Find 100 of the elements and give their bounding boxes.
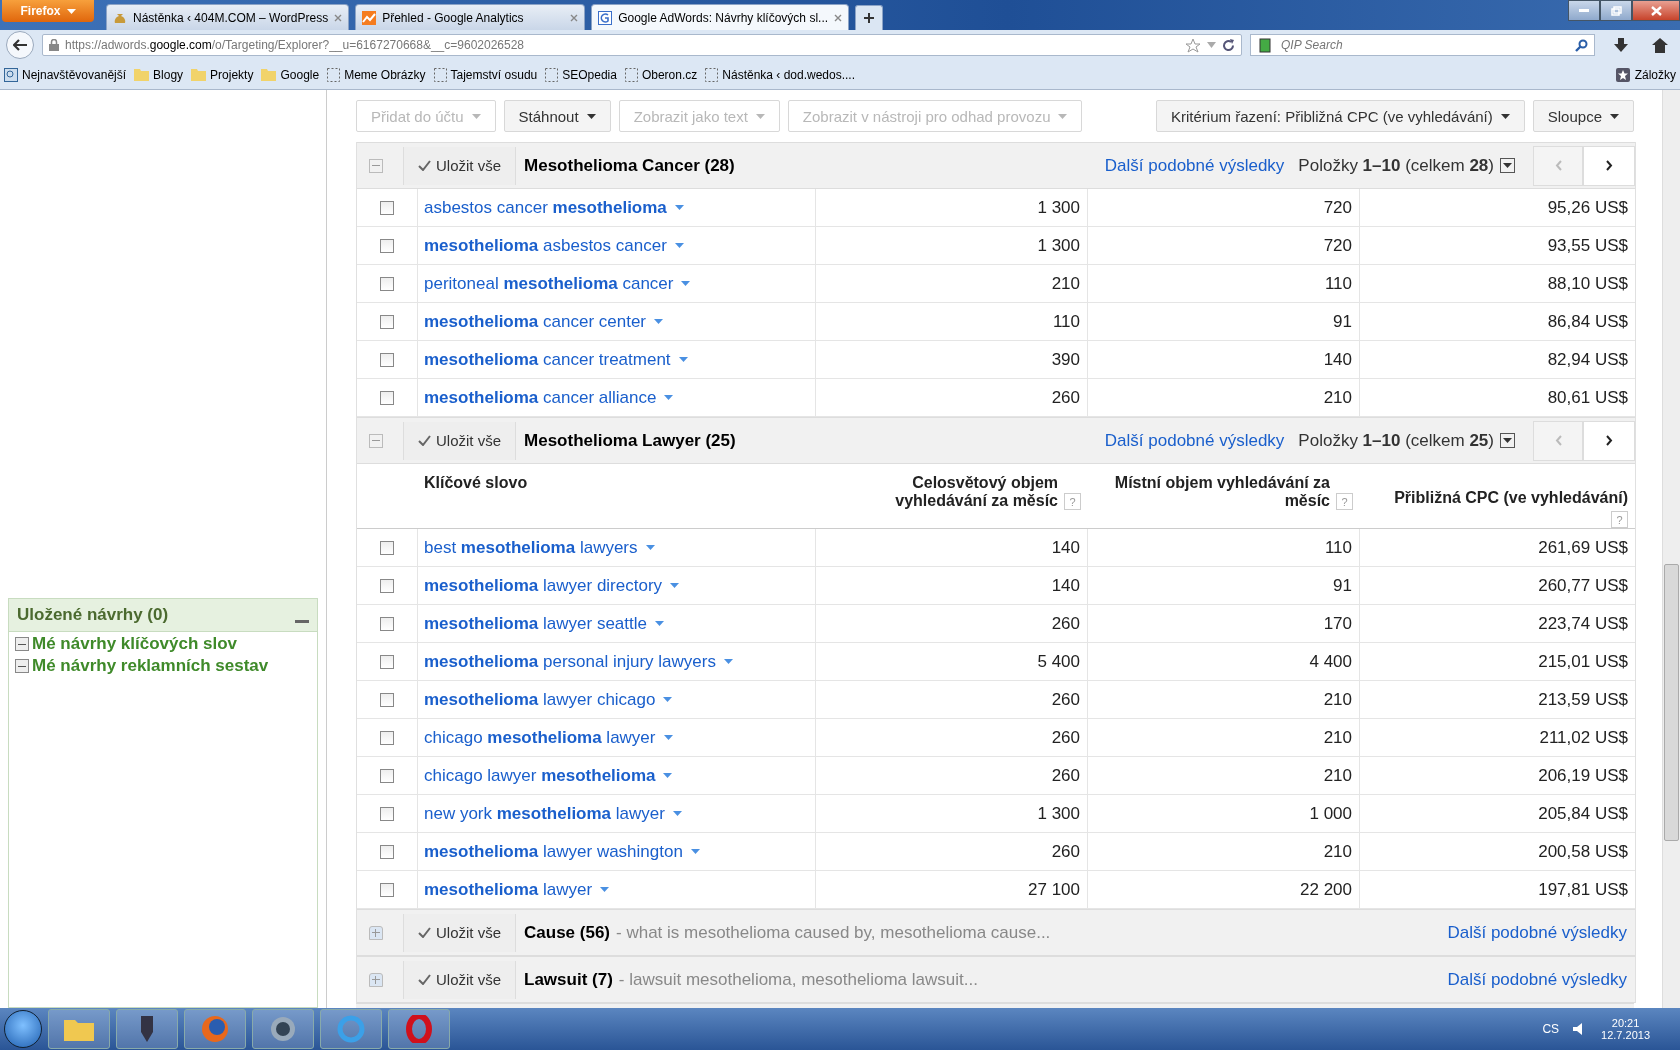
browser-tab[interactable]: Přehled - Google Analytics xyxy=(355,4,586,30)
row-checkbox[interactable] xyxy=(380,616,394,631)
star-icon[interactable] xyxy=(1185,37,1201,53)
saved-ideas-item[interactable]: Mé návrhy reklamních sestav xyxy=(9,656,317,676)
reload-icon[interactable] xyxy=(1222,38,1235,52)
keyword-link[interactable]: mesothelioma asbestos cancer xyxy=(424,235,667,256)
column-header: Místní objem vyhledávání za měsíc xyxy=(1113,474,1330,510)
keyword-link[interactable]: mesothelioma cancer alliance xyxy=(424,387,657,408)
keyword-link[interactable]: mesothelioma lawyer chicago xyxy=(424,689,656,710)
close-icon[interactable] xyxy=(834,13,843,22)
bookmark-item[interactable]: Google xyxy=(261,67,320,82)
row-checkbox[interactable] xyxy=(380,654,394,669)
more-results-link[interactable]: Další podobné výsledky xyxy=(1104,430,1285,451)
bookmark-item[interactable]: Oberon.cz xyxy=(624,67,698,82)
bookmark-item[interactable]: SEOpedia xyxy=(545,67,617,82)
keyword-link[interactable]: mesothelioma lawyer washington xyxy=(424,841,683,862)
close-icon[interactable] xyxy=(334,13,343,22)
save-all-button[interactable]: Uložit vše xyxy=(403,960,517,999)
check-icon xyxy=(418,974,431,985)
browser-tab[interactable]: Google AdWords: Návrhy klíčových sl... xyxy=(591,4,850,30)
pager-text: Položky 1–10 (celkem 25) xyxy=(1298,430,1494,451)
keyword-link[interactable]: mesothelioma lawyer xyxy=(424,879,593,900)
keyword-link[interactable]: asbestos cancer mesothelioma xyxy=(424,197,667,218)
row-checkbox[interactable] xyxy=(380,276,394,291)
scrollbar[interactable] xyxy=(1662,90,1680,1008)
dropdown-icon[interactable] xyxy=(1500,433,1515,448)
save-all-button[interactable]: Uložit vše xyxy=(403,913,517,952)
clock[interactable]: 20:21 12.7.2013 xyxy=(1601,1017,1650,1041)
more-results-link[interactable]: Další podobné výsledky xyxy=(1104,155,1285,176)
language-indicator[interactable]: CS xyxy=(1542,1022,1560,1036)
close-icon xyxy=(1650,5,1662,16)
row-checkbox[interactable] xyxy=(380,238,394,253)
pen-icon[interactable] xyxy=(116,1009,178,1049)
row-checkbox[interactable] xyxy=(380,806,394,821)
keyword-link[interactable]: new york mesothelioma lawyer xyxy=(424,803,665,824)
global-volume: 1 300 xyxy=(1037,803,1080,824)
bookmarks-menu[interactable]: Záložky xyxy=(1615,67,1676,82)
keyword-link[interactable]: mesothelioma cancer treatment xyxy=(424,349,671,370)
cpc-value: 200,58 US$ xyxy=(1538,841,1628,862)
keyword-link[interactable]: mesothelioma lawyer seattle xyxy=(424,613,647,634)
cpc-value: 88,10 US$ xyxy=(1547,273,1628,294)
collapse-icon[interactable] xyxy=(369,433,383,448)
browser-tab[interactable]: Nástěnka ‹ 404M.COM – WordPress xyxy=(106,4,350,30)
global-volume: 5 400 xyxy=(1037,651,1080,672)
row-checkbox[interactable] xyxy=(380,768,394,783)
bookmark-item[interactable]: Meme Obrázky xyxy=(327,67,426,82)
toolbar-button[interactable]: Stáhnout xyxy=(503,100,611,132)
address-bar[interactable]: https://adwords.google.com/o/Targeting/Explorer?__u=6167270668&__c=9602026528 xyxy=(42,34,1242,56)
row-checkbox[interactable] xyxy=(380,730,394,745)
restore-button[interactable] xyxy=(1600,0,1632,21)
close-icon[interactable] xyxy=(570,13,579,22)
bookmark-item[interactable]: Nástěnka ‹ dod.wedos.... xyxy=(705,67,856,82)
download-icon[interactable] xyxy=(1613,37,1629,53)
minimize-icon[interactable] xyxy=(295,619,309,623)
bookmark-item[interactable]: Nejnavštěvovanější xyxy=(4,67,127,82)
row-checkbox[interactable] xyxy=(380,390,394,405)
folder-icon[interactable] xyxy=(48,1009,110,1049)
save-all-button[interactable]: Uložit vše xyxy=(403,421,517,460)
start-button[interactable] xyxy=(4,1010,42,1048)
search-field[interactable]: QIP Search xyxy=(1250,34,1595,56)
row-checkbox[interactable] xyxy=(380,200,394,215)
local-volume: 91 xyxy=(1333,575,1352,596)
more-results-link[interactable]: Další podobné výsledky xyxy=(1447,922,1627,943)
row-checkbox[interactable] xyxy=(380,352,394,367)
new-tab-button[interactable] xyxy=(855,5,884,30)
ring-icon[interactable] xyxy=(388,1009,450,1049)
columns-button[interactable]: Sloupce xyxy=(1532,100,1634,132)
save-all-button[interactable]: Uložit vše xyxy=(403,146,517,185)
expand-icon[interactable] xyxy=(369,972,383,987)
more-results-link[interactable]: Další podobné výsledky xyxy=(1447,969,1627,990)
group-title: Mesothelioma Lawyer (25) xyxy=(524,430,736,451)
keyword-link[interactable]: chicago mesothelioma lawyer xyxy=(424,727,656,748)
back-arrow-icon xyxy=(13,39,27,51)
dropdown-icon[interactable] xyxy=(1500,158,1515,173)
keyword-link[interactable]: best mesothelioma lawyers xyxy=(424,537,638,558)
sort-button[interactable]: Kritérium řazení: Přibližná CPC (ve vyhledávání) xyxy=(1156,100,1525,132)
keyword-link[interactable]: peritoneal mesothelioma cancer xyxy=(424,273,674,294)
keyword-link[interactable]: mesothelioma cancer center xyxy=(424,311,647,332)
collapse-icon[interactable] xyxy=(369,158,383,173)
home-icon[interactable] xyxy=(1651,37,1669,53)
back-button[interactable] xyxy=(6,31,34,59)
bookmark-item[interactable]: Projekty xyxy=(191,67,254,82)
keyword-link[interactable]: mesothelioma lawyer directory xyxy=(424,575,663,596)
bookmark-item[interactable]: Tajemství osudu xyxy=(433,67,538,82)
row-checkbox[interactable] xyxy=(380,692,394,707)
expand-icon[interactable] xyxy=(369,925,383,940)
row-checkbox[interactable] xyxy=(380,540,394,555)
keyword-link[interactable]: mesothelioma personal injury lawyers xyxy=(424,651,716,672)
keyword-link[interactable]: chicago lawyer mesothelioma xyxy=(424,765,656,786)
row-checkbox[interactable] xyxy=(380,882,394,897)
caret-icon xyxy=(723,659,733,664)
minimize-button[interactable] xyxy=(1568,0,1600,21)
browser-icon[interactable] xyxy=(320,1009,382,1049)
row-checkbox[interactable] xyxy=(380,314,394,329)
saved-ideas-item[interactable]: Mé návrhy klíčových slov xyxy=(9,634,317,654)
row-checkbox[interactable] xyxy=(380,578,394,593)
bookmark-item[interactable]: Blogy xyxy=(134,67,184,82)
row-checkbox[interactable] xyxy=(380,844,394,859)
close-button[interactable] xyxy=(1632,0,1680,21)
search-icon[interactable] xyxy=(1575,38,1588,52)
